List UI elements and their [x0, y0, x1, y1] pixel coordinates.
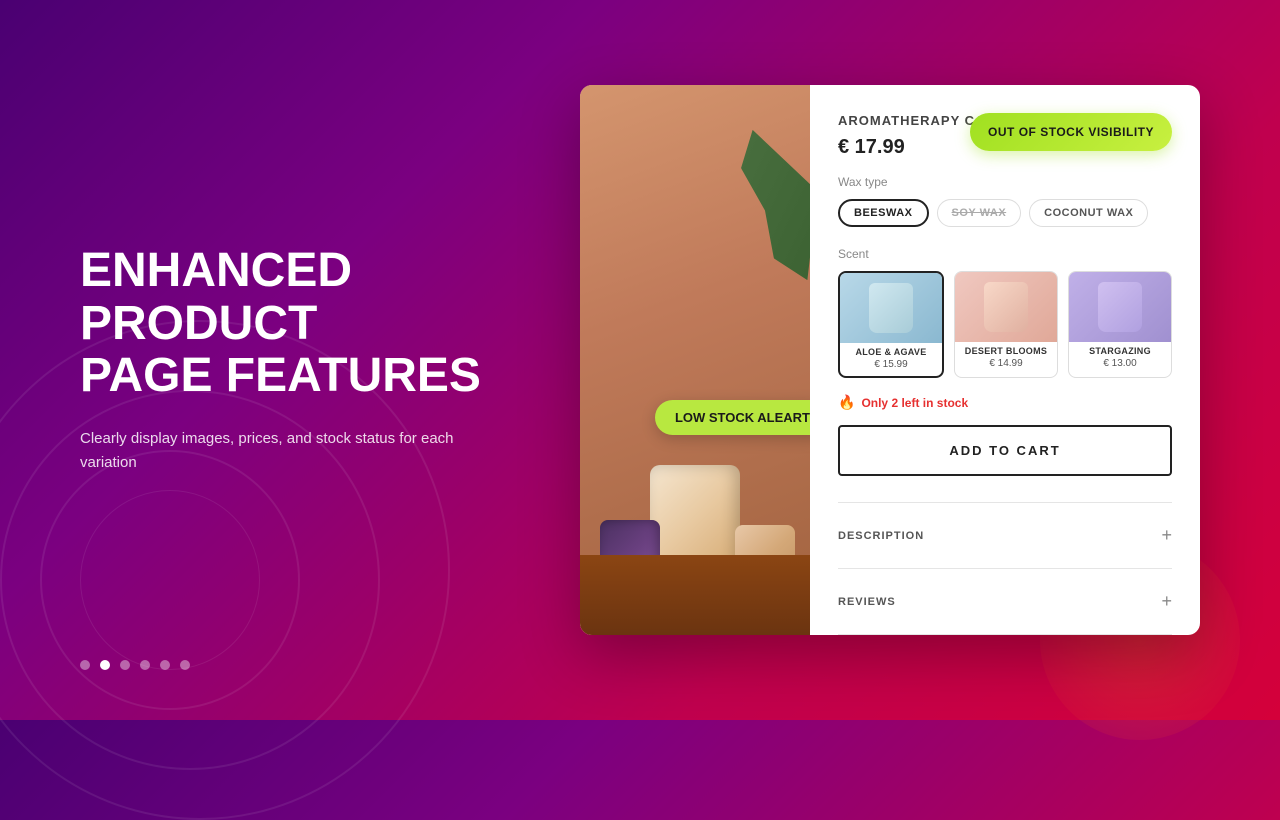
product-card: LOW STOCK ALEART OUT OF STOCK VISIBILITY… — [580, 85, 1200, 635]
main-heading: ENHANCED PRODUCT PAGE FEATURES — [80, 245, 540, 403]
heading-line1: ENHANCED PRODUCT — [80, 244, 352, 350]
scent-image-star — [1069, 272, 1171, 342]
pagination-dots — [80, 660, 190, 670]
wax-options-group: BEESWAX SOY WAX COCONUT WAX — [838, 199, 1172, 227]
wax-option-coconutwax[interactable]: COCONUT WAX — [1029, 199, 1148, 227]
description-accordion[interactable]: DESCRIPTION + — [838, 513, 1172, 558]
scent-name-desert: DESERT BLOOMS — [955, 342, 1057, 358]
leaf-decoration — [715, 116, 810, 294]
product-details: OUT OF STOCK VISIBILITY AROMATHERAPY CAN… — [810, 85, 1200, 635]
stock-warning-text: Only 2 left in stock — [861, 396, 968, 410]
reviews-accordion[interactable]: REVIEWS + — [838, 579, 1172, 624]
wax-option-soywax[interactable]: SOY WAX — [937, 199, 1022, 227]
divider-3 — [838, 634, 1172, 635]
divider-1 — [838, 502, 1172, 503]
scent-price-stargazing: € 13.00 — [1069, 358, 1171, 375]
product-image-section: LOW STOCK ALEART — [580, 85, 810, 635]
description-expand-icon: + — [1161, 525, 1172, 546]
scent-options-group: ALOE & AGAVE € 15.99 DESERT BLOOMS € 14.… — [838, 271, 1172, 378]
product-image-bg — [580, 85, 810, 635]
wax-type-label: Wax type — [838, 175, 1172, 189]
scent-jar-desert — [984, 282, 1028, 332]
divider-2 — [838, 568, 1172, 569]
stock-warning: 🔥 Only 2 left in stock — [838, 394, 1172, 411]
scent-image-desert — [955, 272, 1057, 342]
heading-line2: PAGE FEATURES — [80, 349, 481, 402]
dot-1[interactable] — [100, 660, 110, 670]
left-panel: ENHANCED PRODUCT PAGE FEATURES Clearly d… — [80, 0, 540, 720]
subtext: Clearly display images, prices, and stoc… — [80, 427, 480, 475]
reviews-expand-icon: + — [1161, 591, 1172, 612]
scent-image-aloe — [840, 273, 942, 343]
dot-5[interactable] — [180, 660, 190, 670]
reviews-label: REVIEWS — [838, 596, 896, 608]
wax-option-beeswax[interactable]: BEESWAX — [838, 199, 929, 227]
scent-name-stargazing: STARGAZING — [1069, 342, 1171, 358]
scent-card-aloe[interactable]: ALOE & AGAVE € 15.99 — [838, 271, 944, 378]
scent-card-stargazing[interactable]: STARGAZING € 13.00 — [1068, 271, 1172, 378]
low-stock-badge: LOW STOCK ALEART — [655, 400, 810, 435]
oos-visibility-badge: OUT OF STOCK VISIBILITY — [970, 113, 1172, 151]
dot-2[interactable] — [120, 660, 130, 670]
wooden-table — [580, 555, 810, 635]
dot-0[interactable] — [80, 660, 90, 670]
scent-section: Scent ALOE & AGAVE € 15.99 DESERT BLOOMS — [838, 247, 1172, 378]
candle-scene — [580, 315, 810, 635]
scent-label: Scent — [838, 247, 1172, 261]
scent-card-desert[interactable]: DESERT BLOOMS € 14.99 — [954, 271, 1058, 378]
scent-price-desert: € 14.99 — [955, 358, 1057, 375]
dot-3[interactable] — [140, 660, 150, 670]
fire-icon: 🔥 — [838, 394, 855, 411]
scent-jar-star — [1098, 282, 1142, 332]
add-to-cart-button[interactable]: ADD TO CART — [838, 425, 1172, 476]
dot-4[interactable] — [160, 660, 170, 670]
description-label: DESCRIPTION — [838, 530, 924, 542]
scent-price-aloe: € 15.99 — [840, 359, 942, 376]
scent-name-aloe: ALOE & AGAVE — [840, 343, 942, 359]
scent-jar-aloe — [869, 283, 913, 333]
